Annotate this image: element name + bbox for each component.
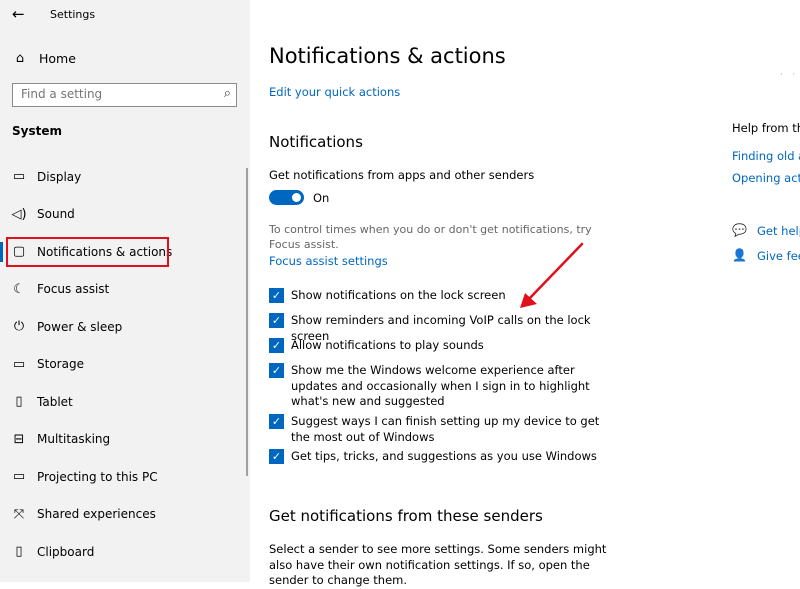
help-heading: Help from the xyxy=(732,121,800,135)
sidebar-scrollbar[interactable] xyxy=(246,168,248,476)
clipboard-icon: ▯ xyxy=(15,544,23,560)
sidebar-item-storage[interactable]: ▭ Storage xyxy=(0,346,250,384)
sidebar-item-power-sleep[interactable]: ⏻ Power & sleep xyxy=(0,308,250,346)
focus-assist-text: To control times when you do or don't ge… xyxy=(269,223,592,251)
sidebar-item-label: Projecting to this PC xyxy=(37,469,158,484)
checkbox-label: Get tips, tricks, and suggestions as you… xyxy=(291,449,597,463)
sidebar-item-label: Display xyxy=(37,169,82,184)
storage-icon: ▭ xyxy=(12,356,26,372)
feedback-icon: 👤 xyxy=(732,248,747,262)
sidebar-item-label: Multitasking xyxy=(37,432,111,447)
chat-help-icon: 💬 xyxy=(732,223,747,237)
projecting-icon: ▭ xyxy=(12,469,26,485)
sidebar-item-label: Tablet xyxy=(37,394,73,409)
checkmark-icon[interactable]: ✓ xyxy=(269,288,284,303)
page-title: Notifications & actions xyxy=(269,44,506,68)
checkbox-finish-setup[interactable]: ✓ Suggest ways I can finish setting up m… xyxy=(269,414,621,445)
main-content: Notifications & actions Edit your quick … xyxy=(250,0,800,587)
moon-icon: ☾ xyxy=(13,281,25,297)
sidebar-item-label: Storage xyxy=(37,357,84,372)
sidebar-item-clipboard[interactable]: ▯ Clipboard xyxy=(0,533,250,571)
window-controls-icon[interactable]: ·· xyxy=(780,70,800,79)
sidebar-item-label: Notifications & actions xyxy=(37,244,173,259)
sidebar-item-display[interactable]: ▭ Display xyxy=(0,158,250,196)
notifications-toggle[interactable] xyxy=(269,190,304,205)
checkbox-label: Suggest ways I can finish setting up my … xyxy=(291,414,600,444)
help-link-finding[interactable]: Finding old a xyxy=(732,149,800,163)
home-nav-item[interactable]: ⌂ Home xyxy=(12,48,76,68)
nav-list: ▭ Display ◁) Sound ▢ Notifications & act… xyxy=(0,158,250,571)
shared-experiences-icon: ⤧ xyxy=(13,506,25,522)
checkbox-label: Show me the Windows welcome experience a… xyxy=(291,363,590,408)
get-notifications-label: Get notifications from apps and other se… xyxy=(269,168,535,182)
checkmark-icon[interactable]: ✓ xyxy=(269,363,284,378)
checkbox-lock-screen[interactable]: ✓ Show notifications on the lock screen xyxy=(269,288,621,304)
checkbox-welcome-experience[interactable]: ✓ Show me the Windows welcome experience… xyxy=(269,363,621,410)
power-icon: ⏻ xyxy=(13,319,25,335)
display-icon: ▭ xyxy=(12,169,26,185)
sidebar-item-label: Power & sleep xyxy=(37,319,123,334)
speaker-icon: ◁) xyxy=(11,206,27,222)
sidebar-item-shared-experiences[interactable]: ⤧ Shared experiences xyxy=(0,496,250,534)
checkmark-icon[interactable]: ✓ xyxy=(269,338,284,353)
section-label: System xyxy=(12,124,62,138)
back-arrow-icon[interactable]: ← xyxy=(12,5,25,23)
checkbox-play-sounds[interactable]: ✓ Allow notifications to play sounds xyxy=(269,338,621,354)
notification-icon: ▢ xyxy=(12,244,26,260)
sidebar-item-multitasking[interactable]: ⊟ Multitasking xyxy=(0,421,250,459)
toggle-state-label: On xyxy=(313,191,330,205)
checkbox-tips-tricks[interactable]: ✓ Get tips, tricks, and suggestions as y… xyxy=(269,449,621,465)
search-box[interactable]: ⌕ xyxy=(12,83,237,107)
help-link-opening[interactable]: Opening actio xyxy=(732,171,800,185)
checkbox-label: Allow notifications to play sounds xyxy=(291,338,484,352)
get-help-link[interactable]: Get help xyxy=(757,224,800,238)
checkmark-icon[interactable]: ✓ xyxy=(269,313,284,328)
sidebar-item-tablet[interactable]: ▯ Tablet xyxy=(0,383,250,421)
sidebar-item-label: Shared experiences xyxy=(37,507,156,522)
related-panel: Help from the Finding old a Opening acti… xyxy=(732,0,800,582)
title-bar: ← Settings xyxy=(0,0,250,30)
checkmark-icon[interactable]: ✓ xyxy=(269,414,284,429)
app-title: Settings xyxy=(50,8,96,21)
multitasking-icon: ⊟ xyxy=(13,431,25,447)
home-label: Home xyxy=(39,50,76,66)
checkmark-icon[interactable]: ✓ xyxy=(269,449,284,464)
search-icon[interactable]: ⌕ xyxy=(224,86,231,101)
sidebar-item-notifications-actions[interactable]: ▢ Notifications & actions xyxy=(0,233,250,271)
focus-assist-settings-link[interactable]: Focus assist settings xyxy=(269,254,388,268)
sidebar: ← Settings ⌂ Home ⌕ System ▭ Display ◁) … xyxy=(0,0,250,582)
sidebar-item-label: Clipboard xyxy=(37,544,95,559)
sidebar-item-projecting[interactable]: ▭ Projecting to this PC xyxy=(0,458,250,496)
give-feedback-link[interactable]: Give feed xyxy=(757,249,800,263)
toggle-knob xyxy=(292,193,301,202)
notifications-heading: Notifications xyxy=(269,133,363,151)
quick-actions-link[interactable]: Edit your quick actions xyxy=(269,85,400,99)
checkbox-label: Show notifications on the lock screen xyxy=(291,288,506,302)
search-input[interactable] xyxy=(21,87,211,101)
home-icon: ⌂ xyxy=(15,50,25,66)
tablet-icon: ▯ xyxy=(15,394,23,410)
sidebar-item-label: Focus assist xyxy=(37,282,110,297)
sidebar-item-label: Sound xyxy=(37,207,75,222)
sidebar-item-focus-assist[interactable]: ☾ Focus assist xyxy=(0,271,250,309)
sidebar-item-sound[interactable]: ◁) Sound xyxy=(0,196,250,234)
senders-heading: Get notifications from these senders xyxy=(269,507,543,525)
